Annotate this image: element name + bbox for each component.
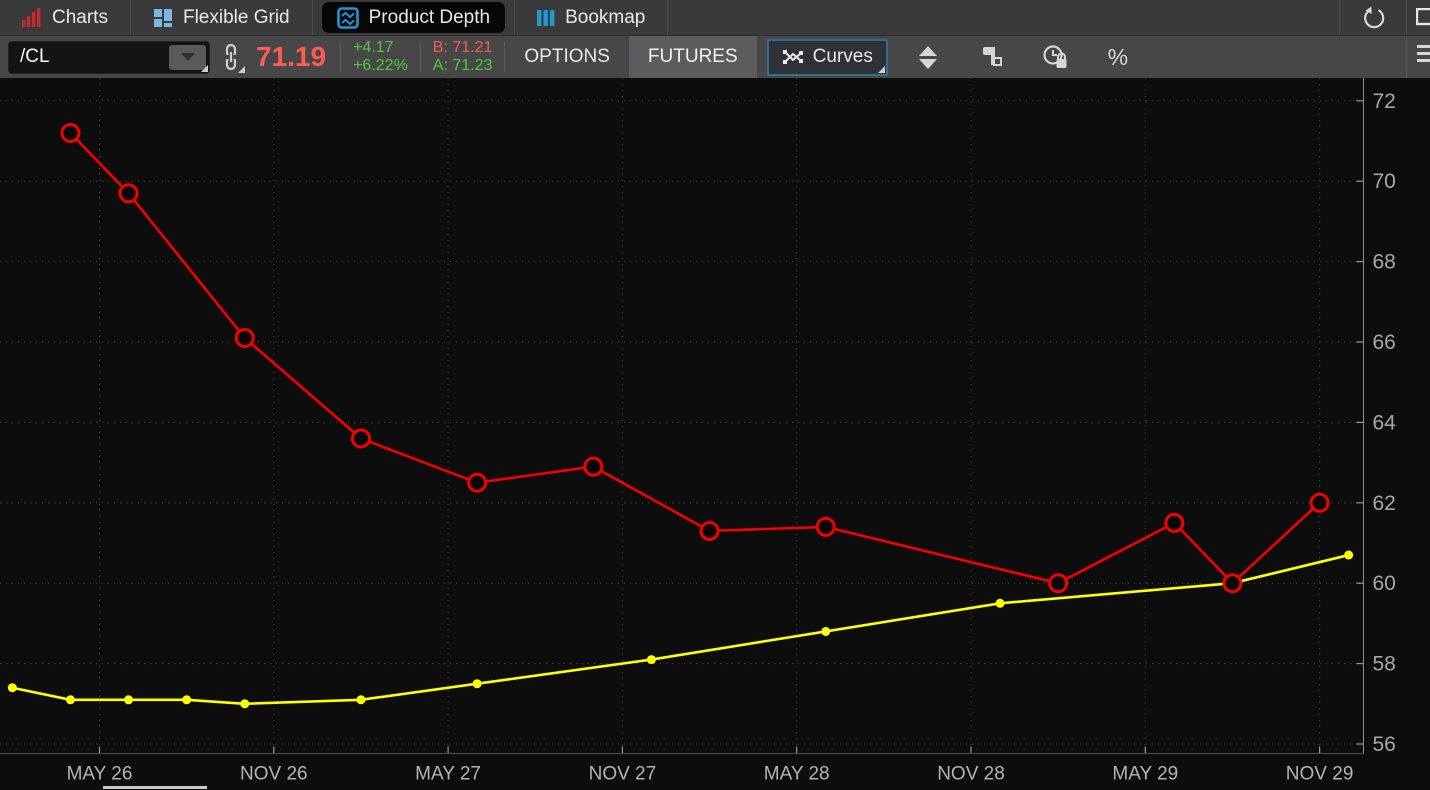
bid-value: B: 71.21 [433, 39, 493, 57]
corner-mark [878, 66, 885, 73]
grid-icon [153, 8, 173, 28]
tab-bookmap[interactable]: Bookmap [515, 0, 667, 35]
symbol-toolbar: /CL 71.19 +4.17 +6.22% B: 71.21 A: 71.23… [0, 36, 1430, 78]
change-block: +4.17 +6.22% [353, 39, 408, 75]
top-tab-bar: Charts Flexible Grid Product Depth [0, 0, 1430, 36]
futures-button[interactable]: FUTURES [629, 36, 757, 78]
svg-text:NOV 28: NOV 28 [937, 764, 1005, 785]
svg-text:NOV 26: NOV 26 [240, 764, 308, 785]
flag-icon[interactable] [966, 36, 1018, 78]
svg-text:58: 58 [1373, 653, 1396, 676]
refresh-icon[interactable] [1340, 0, 1406, 35]
tab-flexible-grid[interactable]: Flexible Grid [131, 0, 312, 35]
svg-text:62: 62 [1373, 492, 1396, 515]
curves-button[interactable]: Curves [767, 39, 888, 76]
symbol-input[interactable]: /CL [8, 41, 210, 74]
sort-arrows-icon[interactable] [902, 36, 954, 78]
svg-text:MAY 29: MAY 29 [1112, 764, 1178, 785]
bar-chart-icon [22, 8, 42, 27]
svg-text:NOV 27: NOV 27 [589, 764, 657, 785]
curves-label: Curves [813, 46, 873, 68]
tab-label: Charts [52, 7, 108, 29]
columns-icon [537, 8, 555, 28]
svg-text:MAY 26: MAY 26 [67, 764, 133, 785]
last-price: 71.19 [256, 41, 326, 73]
tab-charts[interactable]: Charts [0, 0, 130, 35]
corner-mark [238, 66, 245, 73]
options-button[interactable]: OPTIONS [505, 36, 629, 78]
ask-value: A: 71.23 [433, 57, 493, 75]
tab-bar-spacer [668, 0, 1339, 35]
futures-curve-chart[interactable]: 72 70 68 66 64 62 60 58 56 MAY 26 NOV 26 MAY 27 NOV … [0, 78, 1430, 790]
waves-icon [337, 7, 359, 29]
menu-icon[interactable] [1407, 36, 1430, 78]
svg-text:NOV 29: NOV 29 [1286, 764, 1354, 785]
curves-icon [782, 48, 804, 66]
svg-text:56: 56 [1373, 733, 1396, 756]
symbol-value: /CL [9, 46, 50, 68]
chart-canvas[interactable]: 72 70 68 66 64 62 60 58 56 MAY 26 NOV 26 MAY 27 NOV … [0, 78, 1430, 790]
link-icon[interactable] [216, 40, 246, 74]
svg-text:MAY 27: MAY 27 [415, 764, 481, 785]
svg-text:68: 68 [1373, 251, 1396, 274]
svg-text:60: 60 [1373, 572, 1396, 595]
tab-label: Flexible Grid [183, 7, 290, 29]
corner-mark [201, 65, 208, 72]
net-change: +4.17 [353, 39, 408, 57]
svg-text:66: 66 [1373, 331, 1396, 354]
window-icon[interactable] [1407, 0, 1430, 35]
svg-text:70: 70 [1373, 170, 1396, 193]
toolbar-divider [420, 42, 421, 72]
tab-label: Product Depth [369, 7, 490, 29]
svg-text:MAY 28: MAY 28 [764, 764, 830, 785]
tab-divider [312, 0, 313, 35]
svg-text:72: 72 [1373, 90, 1396, 113]
svg-text:64: 64 [1373, 411, 1397, 434]
time-lock-icon[interactable] [1030, 36, 1082, 78]
toolbar-divider [340, 42, 341, 72]
chart-scrollbar-thumb[interactable] [103, 786, 207, 789]
percent-icon[interactable]: % [1092, 36, 1144, 78]
tab-product-depth[interactable]: Product Depth [322, 2, 505, 33]
bid-ask-block: B: 71.21 A: 71.23 [433, 39, 493, 75]
tab-label: Bookmap [565, 7, 645, 29]
percent-change: +6.22% [353, 57, 408, 75]
